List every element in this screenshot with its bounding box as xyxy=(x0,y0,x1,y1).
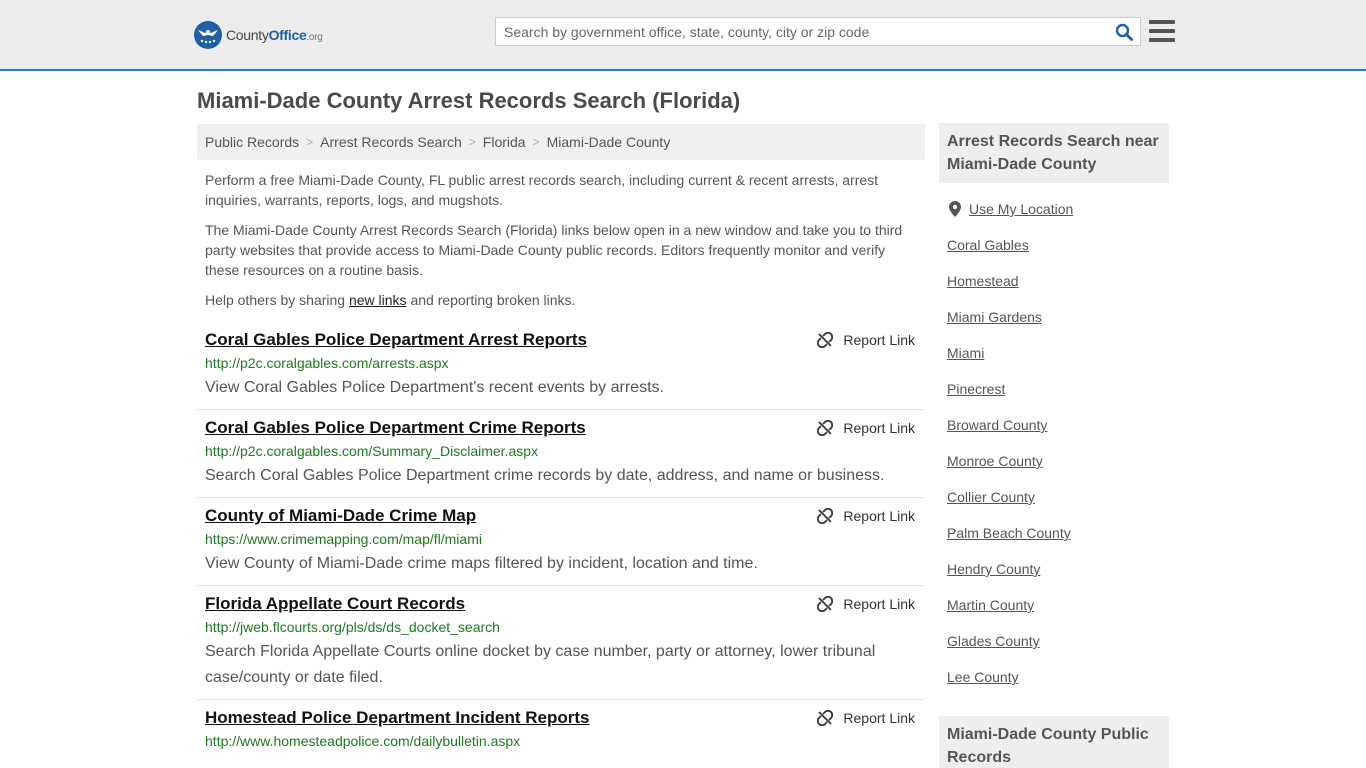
nearby-link[interactable]: Monroe County xyxy=(947,453,1043,469)
use-location-item: Use My Location xyxy=(947,191,1161,227)
report-link-button[interactable]: Report Link xyxy=(817,420,915,436)
report-link-label: Report Link xyxy=(843,420,915,436)
breadcrumb-arrest-records-search[interactable]: Arrest Records Search xyxy=(320,134,462,150)
report-link-button[interactable]: Report Link xyxy=(817,508,915,524)
nearby-link[interactable]: Homestead xyxy=(947,273,1019,289)
location-pin-icon xyxy=(949,201,961,217)
logo-eagle-icon xyxy=(194,21,222,49)
nearby-item: Broward County xyxy=(947,407,1161,443)
nearby-link[interactable]: Collier County xyxy=(947,489,1035,505)
broken-link-icon xyxy=(817,332,834,348)
result-description: Search Coral Gables Police Department cr… xyxy=(205,467,885,484)
breadcrumb: Public Records > Arrest Records Search >… xyxy=(197,124,925,160)
result-item: Coral Gables Police Department Crime Rep… xyxy=(197,410,925,498)
sidebar: Arrest Records Search near Miami-Dade Co… xyxy=(939,123,1169,695)
report-link-button[interactable]: Report Link xyxy=(817,332,915,348)
report-link-label: Report Link xyxy=(843,332,915,348)
page-title: Miami-Dade County Arrest Records Search … xyxy=(197,88,741,113)
nearby-item: Miami Gardens xyxy=(947,299,1161,335)
result-description: View Coral Gables Police Department's re… xyxy=(205,379,664,396)
nearby-item: Lee County xyxy=(947,659,1161,695)
nearby-item: Collier County xyxy=(947,479,1161,515)
breadcrumb-separator-icon: > xyxy=(306,135,314,149)
broken-link-icon xyxy=(817,420,834,436)
nearby-link[interactable]: Miami Gardens xyxy=(947,309,1042,325)
nearby-item: Hendry County xyxy=(947,551,1161,587)
report-link-label: Report Link xyxy=(843,596,915,612)
hamburger-menu-icon[interactable] xyxy=(1148,18,1176,44)
result-url: http://p2c.coralgables.com/arrests.aspx xyxy=(205,355,449,371)
nearby-link[interactable]: Palm Beach County xyxy=(947,525,1071,541)
search-icon xyxy=(1115,23,1133,41)
search-box xyxy=(495,17,1141,46)
nearby-link[interactable]: Broward County xyxy=(947,417,1047,433)
nearby-item: Monroe County xyxy=(947,443,1161,479)
report-link-button[interactable]: Report Link xyxy=(817,710,915,726)
nearby-link[interactable]: Pinecrest xyxy=(947,381,1005,397)
broken-link-icon xyxy=(817,508,834,524)
broken-link-icon xyxy=(817,596,834,612)
breadcrumb-public-records[interactable]: Public Records xyxy=(205,134,299,150)
nearby-item: Martin County xyxy=(947,587,1161,623)
intro-paragraph-1: Perform a free Miami-Dade County, FL pub… xyxy=(205,172,879,208)
sidebar-heading-public-records: Miami-Dade County Public Records xyxy=(939,716,1169,768)
site-logo[interactable]: CountyOffice.org xyxy=(194,20,323,50)
search-button[interactable] xyxy=(1108,18,1140,45)
breadcrumb-separator-icon: > xyxy=(532,135,540,149)
breadcrumb-miami-dade-county[interactable]: Miami-Dade County xyxy=(547,134,671,150)
result-title-link[interactable]: County of Miami-Dade Crime Map xyxy=(205,506,476,526)
report-link-label: Report Link xyxy=(843,710,915,726)
results-list: Coral Gables Police Department Arrest Re… xyxy=(197,322,925,758)
report-link-button[interactable]: Report Link xyxy=(817,596,915,612)
result-url: http://jweb.flcourts.org/pls/ds/ds_docke… xyxy=(205,619,500,635)
result-title-link[interactable]: Homestead Police Department Incident Rep… xyxy=(205,708,589,728)
result-title-link[interactable]: Florida Appellate Court Records xyxy=(205,594,465,614)
logo-county: County xyxy=(226,27,269,43)
result-description: View County of Miami-Dade crime maps fil… xyxy=(205,555,758,572)
top-bar: CountyOffice.org xyxy=(0,0,1366,71)
intro-paragraph-2: The Miami-Dade County Arrest Records Sea… xyxy=(205,222,903,278)
nearby-link[interactable]: Lee County xyxy=(947,669,1019,685)
nearby-item: Pinecrest xyxy=(947,371,1161,407)
use-my-location-link[interactable]: Use My Location xyxy=(969,201,1073,217)
logo-office: Office xyxy=(268,27,307,43)
logo-tld: .org xyxy=(306,32,323,43)
result-url: https://www.crimemapping.com/map/fl/miam… xyxy=(205,531,482,547)
result-url: http://p2c.coralgables.com/Summary_Discl… xyxy=(205,443,539,459)
logo-text: CountyOffice.org xyxy=(226,27,323,43)
result-item: Homestead Police Department Incident Rep… xyxy=(197,700,925,758)
sidebar-heading: Arrest Records Search near Miami-Dade Co… xyxy=(939,123,1169,183)
nearby-link[interactable]: Coral Gables xyxy=(947,237,1029,253)
nearby-link[interactable]: Glades County xyxy=(947,633,1040,649)
nearby-item: Miami xyxy=(947,335,1161,371)
report-link-label: Report Link xyxy=(843,508,915,524)
nearby-link[interactable]: Hendry County xyxy=(947,561,1040,577)
broken-link-icon xyxy=(817,710,834,726)
result-title-link[interactable]: Coral Gables Police Department Arrest Re… xyxy=(205,330,587,350)
nearby-link[interactable]: Martin County xyxy=(947,597,1034,613)
breadcrumb-separator-icon: > xyxy=(468,135,476,149)
result-title-link[interactable]: Coral Gables Police Department Crime Rep… xyxy=(205,418,586,438)
result-url: http://www.homesteadpolice.com/dailybull… xyxy=(205,733,521,749)
intro-text: Perform a free Miami-Dade County, FL pub… xyxy=(205,170,905,320)
intro-paragraph-3: Help others by sharing new links and rep… xyxy=(205,290,905,310)
result-item: County of Miami-Dade Crime Map Report Li… xyxy=(197,498,925,586)
nearby-list: Use My Location Coral Gables Homestead M… xyxy=(939,183,1169,695)
intro-help-text-end: and reporting broken links. xyxy=(406,292,576,308)
intro-help-text: Help others by sharing xyxy=(205,292,349,308)
nearby-link[interactable]: Miami xyxy=(947,345,984,361)
result-description: Search Florida Appellate Courts online d… xyxy=(205,643,876,686)
search-input[interactable] xyxy=(496,18,1108,45)
nearby-item: Glades County xyxy=(947,623,1161,659)
result-item: Florida Appellate Court Records Report L… xyxy=(197,586,925,700)
nearby-item: Homestead xyxy=(947,263,1161,299)
nearby-item: Palm Beach County xyxy=(947,515,1161,551)
result-item: Coral Gables Police Department Arrest Re… xyxy=(197,322,925,410)
nearby-item: Coral Gables xyxy=(947,227,1161,263)
breadcrumb-florida[interactable]: Florida xyxy=(483,134,526,150)
new-links-link[interactable]: new links xyxy=(349,292,407,308)
